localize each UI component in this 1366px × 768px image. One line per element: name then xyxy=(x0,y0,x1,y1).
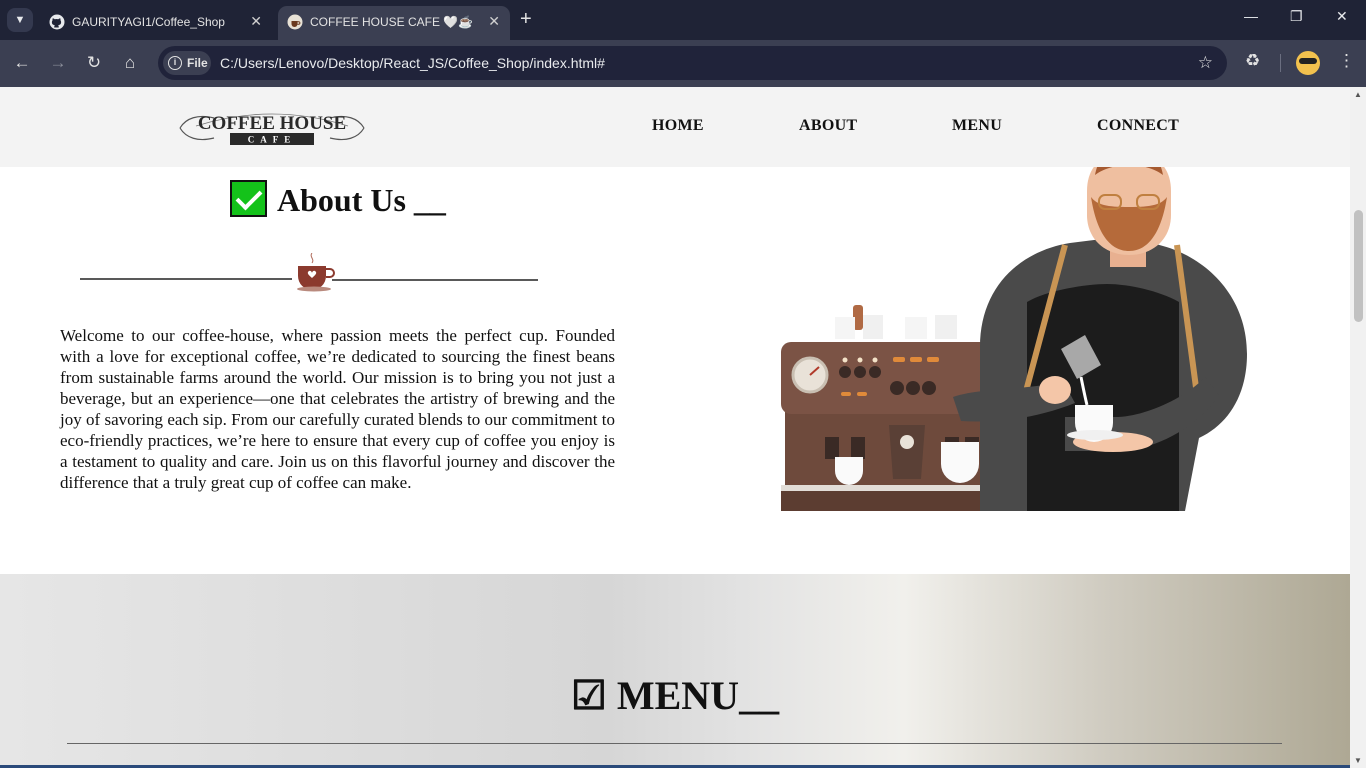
about-paragraph: Welcome to our coffee-house, where passi… xyxy=(60,326,615,492)
about-heading: About Us __ xyxy=(230,180,446,220)
more-menu-icon[interactable]: ⋮ xyxy=(1338,51,1355,71)
browser-toolbar: ← → ↻ ⌂ i File C:/Users/Lenovo/Desktop/R… xyxy=(0,40,1366,87)
site-info-label: File xyxy=(187,56,208,70)
coffee-favicon-icon xyxy=(287,14,303,30)
site-header: COFFEE HOUSE CAFE HOME ABOUT MENU CONNEC… xyxy=(0,87,1350,167)
profile-avatar[interactable] xyxy=(1296,51,1320,75)
address-bar[interactable]: i File C:/Users/Lenovo/Desktop/React_JS/… xyxy=(158,46,1227,80)
barista-graphic xyxy=(953,167,1247,511)
about-heading-text: About Us __ xyxy=(277,182,446,218)
extensions-icon[interactable]: ♻ xyxy=(1245,51,1260,71)
tab-search-button[interactable]: ▼ xyxy=(7,8,33,32)
close-tab-icon[interactable]: ✕ xyxy=(488,13,500,30)
restore-icon[interactable]: ❐ xyxy=(1290,8,1303,25)
new-tab-icon[interactable]: + xyxy=(520,8,532,30)
close-tab-icon[interactable]: ✕ xyxy=(250,13,262,30)
browser-tab-bar: ▼ GAURITYAGI1/Coffee_Shop ✕ COFFEE HOUSE… xyxy=(0,0,1366,40)
site-info-chip[interactable]: i File xyxy=(163,51,211,75)
nav-about[interactable]: ABOUT xyxy=(799,117,857,135)
minimize-icon[interactable]: — xyxy=(1244,8,1258,24)
tab-coffee-house[interactable]: COFFEE HOUSE CAFE 🤍☕ ✕ xyxy=(278,6,510,40)
barista-illustration xyxy=(781,167,1247,511)
tab-title: COFFEE HOUSE CAFE 🤍☕ xyxy=(310,15,474,29)
nav-connect[interactable]: CONNECT xyxy=(1097,117,1179,135)
scrollbar-thumb[interactable] xyxy=(1354,210,1363,322)
info-icon: i xyxy=(168,56,182,70)
tab-github[interactable]: GAURITYAGI1/Coffee_Shop ✕ xyxy=(40,6,272,40)
forward-icon[interactable]: → xyxy=(46,51,70,75)
home-icon[interactable]: ⌂ xyxy=(118,51,142,75)
page-scrollbar[interactable]: ▲ ▼ xyxy=(1350,87,1366,768)
url-text[interactable]: C:/Users/Lenovo/Desktop/React_JS/Coffee_… xyxy=(220,55,605,71)
reload-icon[interactable]: ↻ xyxy=(82,51,106,75)
bookmark-star-icon[interactable]: ☆ xyxy=(1198,53,1213,73)
menu-heading: ☑ MENU__ xyxy=(571,673,780,718)
tab-title: GAURITYAGI1/Coffee_Shop xyxy=(72,15,225,29)
scroll-down-icon[interactable]: ▼ xyxy=(1354,756,1362,765)
back-icon[interactable]: ← xyxy=(10,51,34,75)
scroll-up-icon[interactable]: ▲ xyxy=(1354,90,1362,99)
close-window-icon[interactable]: ✕ xyxy=(1336,8,1348,25)
page-viewport: COFFEE HOUSE CAFE HOME ABOUT MENU CONNEC… xyxy=(0,87,1350,768)
menu-divider xyxy=(67,743,1282,744)
check-mark-icon xyxy=(230,180,267,217)
toolbar-divider xyxy=(1280,54,1281,72)
coffee-cup-icon xyxy=(297,253,335,292)
nav-home[interactable]: HOME xyxy=(652,117,704,135)
nav-menu[interactable]: MENU xyxy=(952,117,1002,135)
coffee-house-logo[interactable]: COFFEE HOUSE CAFE xyxy=(176,104,368,150)
github-icon xyxy=(49,14,65,30)
coffee-cup-divider xyxy=(80,253,538,292)
logo-sub-text: CAFE xyxy=(248,135,297,145)
logo-main-text: COFFEE HOUSE xyxy=(198,113,346,134)
menu-section: ☑ MENU__ xyxy=(0,574,1350,768)
